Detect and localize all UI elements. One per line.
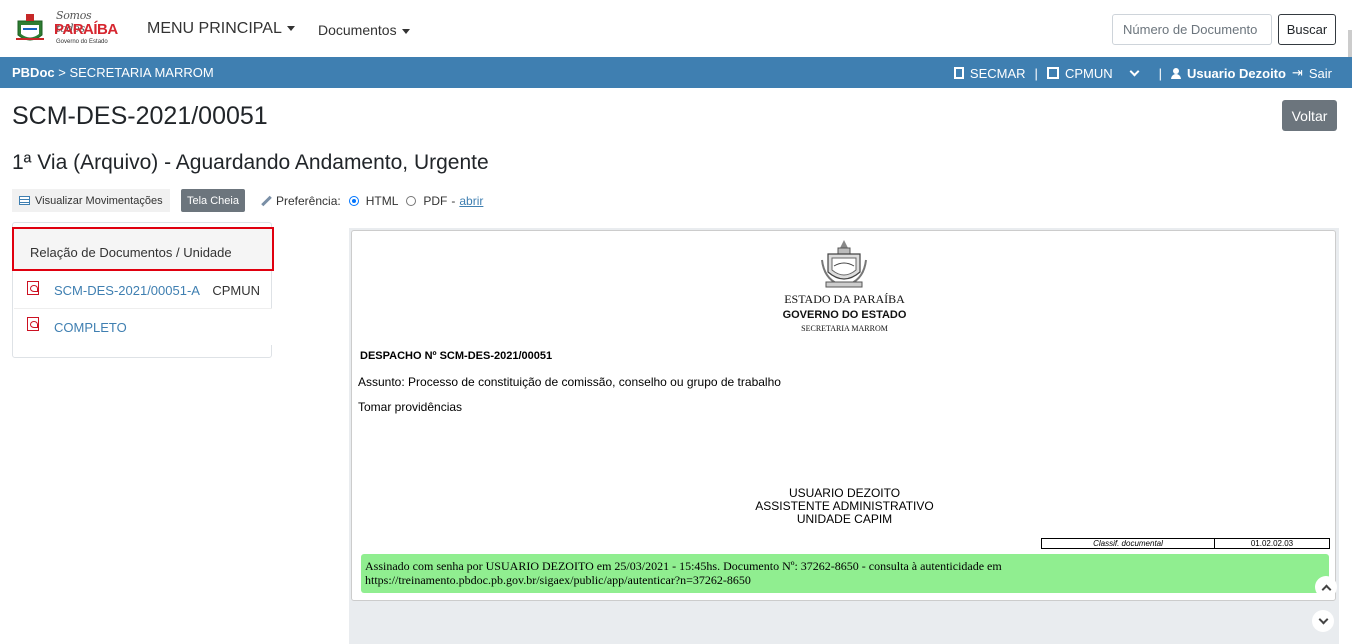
pdf-radio[interactable] xyxy=(406,196,417,206)
pdf-separator: - xyxy=(451,194,456,208)
paraiba-logo[interactable]: Somos todos PARAÍBA Governo do Estado xyxy=(12,9,118,49)
logo-governo: Governo do Estado xyxy=(56,39,108,45)
top-navbar: Somos todos PARAÍBA Governo do Estado ME… xyxy=(0,0,1352,66)
caret-down-icon xyxy=(401,28,410,34)
pdf-label[interactable]: PDF xyxy=(423,194,447,208)
signature-notice: Assinado com senha por USUARIO DEZOITO e… xyxy=(361,554,1329,593)
classif-value: 01.02.02.03 xyxy=(1250,539,1294,548)
doc-body-text: Tomar providências xyxy=(358,400,463,414)
html-label[interactable]: HTML xyxy=(366,194,399,208)
pdf-icon xyxy=(27,281,39,295)
doc-despacho-title: DESPACHO Nº SCM-DES-2021/00051 xyxy=(360,350,553,362)
state-coat-of-arms-icon xyxy=(821,240,867,288)
page-subtitle: 1ª Via (Arquivo) - Aguardando Andamento,… xyxy=(12,151,489,174)
document-viewer: ESTADO DA PARAÍBA GOVERNO DO ESTADO SECR… xyxy=(349,228,1339,644)
search-button[interactable]: Buscar xyxy=(1278,14,1336,45)
separator: | xyxy=(1034,65,1038,81)
coat-of-arms-icon xyxy=(16,14,44,41)
breadcrumb-section: SECRETARIA MARROM xyxy=(69,65,214,80)
html-radio[interactable] xyxy=(348,196,359,206)
logo-paraiba: PARAÍBA xyxy=(54,21,118,38)
chevron-down-icon xyxy=(1318,614,1328,624)
doc-governo: GOVERNO DO ESTADO xyxy=(782,309,907,321)
doc-signature-block: USUARIO DEZOITO ASSISTENTE ADMINISTRATIV… xyxy=(352,487,1337,526)
document-link[interactable]: SCM-DES-2021/00051-A xyxy=(54,283,200,298)
logout-link[interactable]: Sair xyxy=(1309,66,1332,81)
doc-estado: ESTADO DA PARAÍBA xyxy=(784,292,905,306)
doc-assunto: Assunto: Processo de constituição de com… xyxy=(358,375,781,389)
signature-notice-line1: Assinado com senha por USUARIO DEZOITO e… xyxy=(365,559,1002,573)
chevron-down-icon[interactable] xyxy=(1129,66,1140,77)
relacao-header: Relação de Documentos / Unidade xyxy=(12,227,274,271)
menu-documentos-label: Documentos xyxy=(318,22,397,38)
classif-label: Classif. documental xyxy=(1042,539,1215,548)
breadcrumb-app[interactable]: PBDoc xyxy=(12,65,55,80)
page-title: SCM-DES-2021/00051 xyxy=(12,102,268,130)
preferencia-label: Preferência: xyxy=(276,194,341,208)
unidade-label[interactable]: CPMUN xyxy=(1065,66,1113,81)
preferencia-group: Preferência: HTML PDF - abrir xyxy=(260,194,483,208)
wrench-icon xyxy=(260,195,272,207)
document-number-input[interactable] xyxy=(1112,14,1272,45)
scroll-down-button[interactable] xyxy=(1312,610,1334,632)
abrir-link[interactable]: abrir xyxy=(459,194,483,208)
unit-icon xyxy=(1046,67,1059,79)
classificacao-table: Classif. documental 01.02.02.03 xyxy=(1041,538,1330,549)
menu-documentos-dropdown[interactable]: Documentos xyxy=(318,22,410,38)
doc-secretaria: SECRETARIA MARROM xyxy=(801,324,888,333)
visualizar-movimentacoes-button[interactable]: Visualizar Movimentações xyxy=(12,189,170,212)
voltar-button[interactable]: Voltar xyxy=(1282,100,1337,131)
document-unit: CPMUN xyxy=(212,283,260,298)
scroll-up-button[interactable] xyxy=(1315,576,1337,598)
completo-link[interactable]: COMPLETO xyxy=(54,320,127,335)
list-item[interactable]: SCM-DES-2021/00051-A CPMUN xyxy=(14,273,272,309)
signer-unit: UNIDADE CAPIM xyxy=(796,512,893,526)
context-bar: PBDoc > SECRETARIA MARROM SECMAR | CPMUN… xyxy=(0,57,1352,88)
pdf-icon xyxy=(27,317,39,331)
caret-down-icon xyxy=(286,26,295,32)
building-icon xyxy=(953,67,964,79)
lotacao-label[interactable]: SECMAR xyxy=(970,66,1026,81)
list-item[interactable]: COMPLETO xyxy=(14,309,272,345)
chevron-up-icon xyxy=(1321,584,1331,594)
menu-principal-label: MENU PRINCIPAL xyxy=(147,20,282,37)
visualizar-movimentacoes-label: Visualizar Movimentações xyxy=(35,194,163,207)
list-icon xyxy=(19,196,30,205)
user-icon xyxy=(1171,67,1181,79)
signature-notice-line2: https://treinamento.pbdoc.pb.gov.br/siga… xyxy=(365,573,751,587)
separator: | xyxy=(1158,65,1162,81)
logout-icon: ⇥ xyxy=(1291,65,1303,80)
breadcrumb-separator: > xyxy=(58,65,66,80)
document-page: ESTADO DA PARAÍBA GOVERNO DO ESTADO SECR… xyxy=(351,230,1337,601)
user-name[interactable]: Usuario Dezoito xyxy=(1187,66,1286,81)
breadcrumb: PBDoc > SECRETARIA MARROM xyxy=(12,65,214,80)
relacao-panel: Relação de Documentos / Unidade SCM-DES-… xyxy=(12,222,274,358)
menu-principal-dropdown[interactable]: MENU PRINCIPAL xyxy=(147,20,295,38)
tela-cheia-button[interactable]: Tela Cheia xyxy=(181,189,245,212)
user-context: SECMAR | CPMUN | Usuario Dezoito ⇥ Sair xyxy=(953,65,1332,81)
